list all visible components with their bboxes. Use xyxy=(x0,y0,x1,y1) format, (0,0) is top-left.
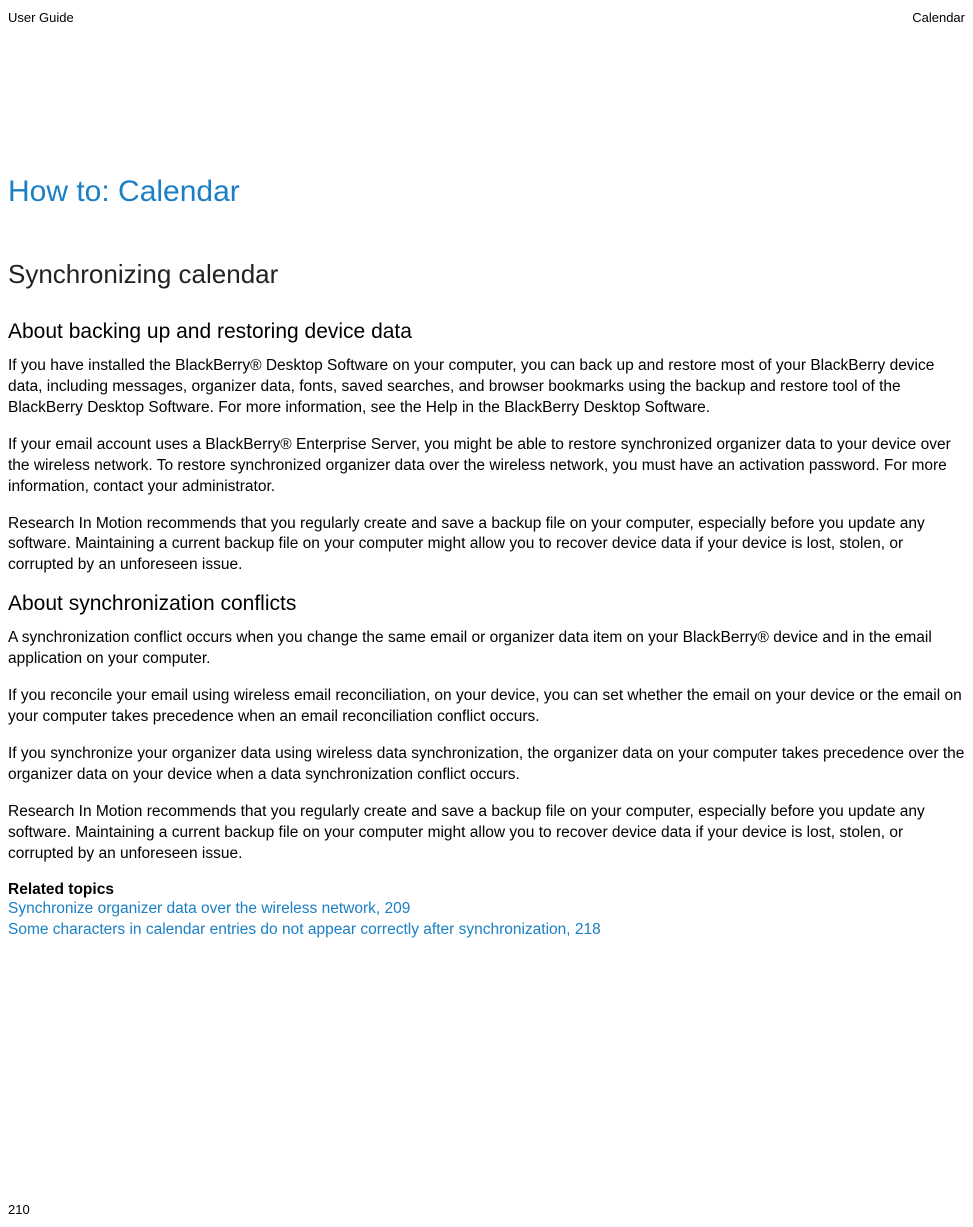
header-right: Calendar xyxy=(912,10,965,25)
header-left: User Guide xyxy=(8,10,74,25)
body-paragraph: If you have installed the BlackBerry® De… xyxy=(8,356,965,419)
section-heading: Synchronizing calendar xyxy=(8,259,965,290)
page-title: How to: Calendar xyxy=(8,175,965,209)
body-paragraph: Research In Motion recommends that you r… xyxy=(8,802,965,865)
body-paragraph: A synchronization conflict occurs when y… xyxy=(8,628,965,670)
related-link-characters[interactable]: Some characters in calendar entries do n… xyxy=(8,920,965,941)
subsection-heading-backup: About backing up and restoring device da… xyxy=(8,320,965,344)
body-paragraph: Research In Motion recommends that you r… xyxy=(8,514,965,577)
subsection-heading-conflicts: About synchronization conflicts xyxy=(8,592,965,616)
related-link-sync-organizer[interactable]: Synchronize organizer data over the wire… xyxy=(8,899,965,920)
related-topics-label: Related topics xyxy=(8,881,965,899)
body-paragraph: If you synchronize your organizer data u… xyxy=(8,744,965,786)
page-header: User Guide Calendar xyxy=(8,10,965,25)
body-paragraph: If you reconcile your email using wirele… xyxy=(8,686,965,728)
body-paragraph: If your email account uses a BlackBerry®… xyxy=(8,435,965,498)
page-number: 210 xyxy=(8,1202,30,1217)
